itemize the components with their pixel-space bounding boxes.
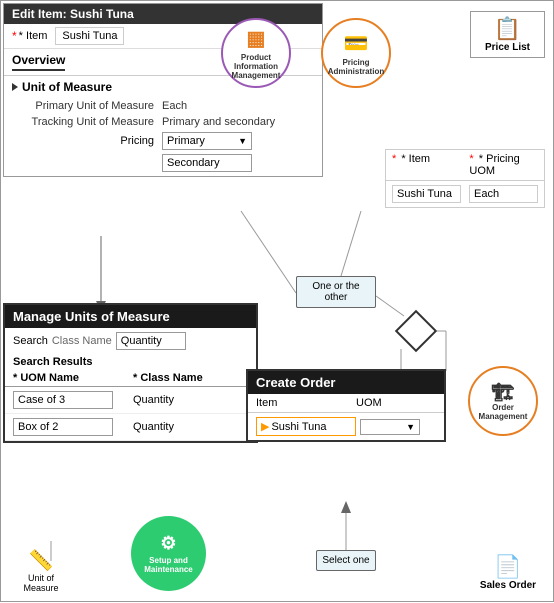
sales-order-icon: 📄	[494, 554, 521, 580]
pricing-uom-area: * * Item * * Pricing UOM Sushi Tuna Each	[385, 149, 545, 208]
diamond-shape	[395, 310, 437, 352]
uom-icon-bottom[interactable]: 📏 Unit of Measure	[11, 548, 71, 593]
manage-units-panel: Manage Units of Measure Search Class Nam…	[3, 303, 258, 443]
req-star2: *	[469, 153, 473, 165]
pricing-label: Pricing	[12, 135, 162, 147]
search-input[interactable]	[116, 332, 186, 350]
setup-label: Setup and Maintenance	[131, 556, 206, 574]
overview-tab[interactable]: Overview	[12, 53, 65, 71]
create-order-panel: Create Order Item UOM ▶ Sushi Tuna ▼	[246, 369, 446, 442]
product-info-circle[interactable]: ▦ Product Information Management	[221, 18, 291, 88]
uom-icon: 📏	[29, 548, 54, 573]
order-mgmt-label: Order Management	[470, 403, 536, 421]
price-list-icon: 📋	[494, 16, 521, 42]
class-col-header: * Class Name	[133, 372, 213, 384]
results-label: Search Results	[5, 354, 256, 370]
tracking-value: Primary and secondary	[162, 116, 275, 128]
order-item-field[interactable]: ▶ Sushi Tuna	[256, 417, 356, 436]
create-order-title: Create Order	[248, 371, 444, 394]
item-flag-icon: ▶	[261, 420, 269, 433]
manage-units-title: Manage Units of Measure	[5, 305, 256, 328]
dropdown-arrow-icon: ▼	[238, 136, 247, 146]
secondary-row: Secondary	[12, 152, 314, 172]
pricing-uom-header: * * Item * * Pricing UOM	[386, 150, 544, 181]
tracking-uom-row: Tracking Unit of Measure Primary and sec…	[12, 116, 314, 128]
select-one-callout: Select one	[316, 550, 376, 571]
pricing-admin-circle[interactable]: 💳 Pricing Administration	[321, 18, 391, 88]
callout-text: One or the other	[312, 281, 359, 303]
uom-cell-1	[13, 391, 133, 409]
pricing-admin-label: Pricing Administration	[323, 58, 389, 76]
secondary-box: Secondary	[162, 154, 252, 172]
uom-col-header-order: UOM	[356, 397, 426, 409]
required-star: *	[12, 29, 17, 43]
req-star1: *	[392, 153, 396, 165]
product-info-label: Product Information Management	[223, 53, 289, 80]
puom-uom-cell[interactable]: Each	[469, 185, 538, 203]
order-item-value: Sushi Tuna	[271, 421, 326, 433]
main-wrapper: Edit Item: Sushi Tuna * * Item Sushi Tun…	[0, 0, 554, 602]
barcode-icon: ▦	[247, 26, 266, 51]
pricing-dropdown[interactable]: Primary ▼	[162, 132, 252, 150]
item-label: * Item	[19, 30, 48, 42]
uom-cell-2	[13, 418, 133, 436]
tracking-label: Tracking Unit of Measure	[12, 116, 162, 128]
setup-maintenance-circle[interactable]: ⚙ Setup and Maintenance	[131, 516, 206, 591]
order-management-circle[interactable]: 🏗 Order Management	[468, 366, 538, 436]
table-header: * UOM Name * Class Name	[5, 370, 256, 387]
search-row: Search Class Name	[5, 328, 256, 354]
primary-uom-value: Each	[162, 100, 187, 112]
gear-icon: ⚙	[160, 533, 176, 554]
callout-box: One or the other	[296, 276, 376, 308]
sales-order-box[interactable]: 📄 Sales Order	[473, 554, 543, 591]
uom-col-header: * UOM Name	[13, 372, 133, 384]
order-data-row: ▶ Sushi Tuna ▼	[248, 413, 444, 440]
uom-input-2[interactable]	[13, 418, 113, 436]
form-table: Primary Unit of Measure Each Tracking Un…	[4, 98, 322, 176]
pricing-option1: Primary	[167, 135, 205, 147]
section-title: Unit of Measure	[22, 80, 112, 94]
class-cell-2: Quantity	[133, 421, 213, 433]
table-row: Quantity	[5, 387, 256, 414]
price-list-label: Price List	[485, 42, 530, 53]
pricing-option2: Secondary	[167, 157, 220, 169]
uom-label: Unit of Measure	[11, 573, 71, 593]
table-row: Quantity	[5, 414, 256, 441]
class-cell-1: Quantity	[133, 394, 213, 406]
puom-uom-header: * * Pricing UOM	[469, 153, 538, 177]
search-label: Search	[13, 335, 48, 347]
pricing-icon: 💳	[344, 31, 369, 56]
item-value[interactable]: Sushi Tuna	[55, 27, 124, 45]
item-col-header: Item	[256, 397, 356, 409]
order-uom-dropdown[interactable]: ▼	[360, 419, 420, 435]
class-name-label: Class Name	[52, 335, 112, 347]
select-one-text: Select one	[322, 555, 369, 566]
puom-item-header: * * Item	[392, 153, 461, 177]
puom-item-cell[interactable]: Sushi Tuna	[392, 185, 461, 203]
collapse-icon[interactable]	[12, 83, 18, 91]
pricing-uom-data-row: Sushi Tuna Each	[386, 181, 544, 207]
order-table-header: Item UOM	[248, 394, 444, 413]
price-list-box[interactable]: 📋 Price List	[470, 11, 545, 58]
primary-uom-label: Primary Unit of Measure	[12, 100, 162, 112]
truck-icon: 🏗	[492, 382, 515, 403]
uom-input-1[interactable]	[13, 391, 113, 409]
sales-order-label: Sales Order	[480, 580, 536, 591]
uom-dropdown-arrow: ▼	[406, 422, 415, 432]
pricing-row: Pricing Primary ▼	[12, 132, 314, 150]
